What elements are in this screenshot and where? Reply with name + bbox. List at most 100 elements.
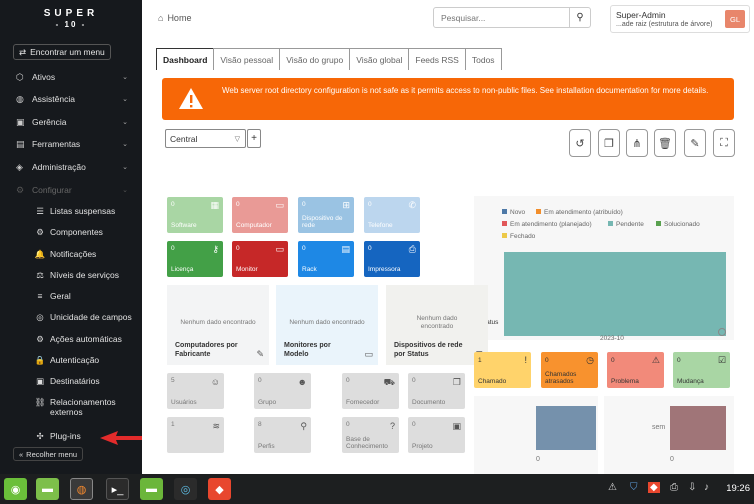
config-item-9[interactable]: ▣ Destinatários: [0, 371, 142, 391]
monitor-icon: ▭: [275, 244, 284, 254]
asset-tile[interactable]: 0 Computador ▭: [232, 197, 288, 233]
warning-tray-icon[interactable]: ⚠: [608, 482, 617, 493]
asset-tile[interactable]: 0 Impressora ⎙: [364, 241, 420, 277]
volume-tray-icon[interactable]: ♪: [704, 482, 709, 493]
tile-label: Telefone: [368, 222, 393, 229]
sidebar-item-assistência[interactable]: ◍ Assistência ⌄: [0, 89, 142, 109]
asset-tile[interactable]: 0 Licença ⚷: [167, 241, 223, 277]
tab-1[interactable]: Dashboard: [156, 48, 215, 70]
search-button[interactable]: ⚲: [569, 8, 590, 27]
fullscreen-button[interactable]: ⛶: [713, 129, 735, 157]
summary-tile[interactable]: 0 Base de Conhecimento?: [342, 417, 399, 453]
sidebar-item-administração[interactable]: ◈ Administração ⌄: [0, 157, 142, 177]
sidebar-item-ativos[interactable]: ⬡ Ativos ⌄: [0, 67, 142, 87]
key-icon: ⚷: [212, 244, 219, 254]
tab-3[interactable]: Visão do grupo: [279, 48, 351, 70]
summary-tile[interactable]: 0 Grupo ☻: [254, 373, 311, 409]
history-button[interactable]: ↺: [569, 129, 591, 157]
asset-tile[interactable]: 0 Telefone ✆: [364, 197, 420, 233]
bottom-right-zero: 0: [670, 456, 674, 463]
search-input[interactable]: [434, 8, 569, 27]
share-button[interactable]: ⋔: [626, 129, 648, 157]
config-item-2[interactable]: ⚙ Componentes: [0, 222, 142, 242]
clock[interactable]: 19:26: [726, 483, 750, 494]
add-dashboard-button[interactable]: +: [247, 129, 261, 148]
chevron-down-icon: ▽: [234, 136, 240, 143]
layers-icon: ≋: [212, 421, 220, 431]
anydesk-taskbar-button[interactable]: ◆: [208, 478, 231, 500]
summary-tile[interactable]: 0 Fornecedor ⛟: [342, 373, 399, 409]
app-taskbar-button[interactable]: ◎: [174, 478, 197, 500]
edit-button[interactable]: ✎: [684, 129, 706, 157]
asset-tile[interactable]: 0 Monitor ▭: [232, 241, 288, 277]
folder-taskbar-button[interactable]: ▬: [140, 478, 163, 500]
config-item-1[interactable]: ☰ Listas suspensas: [0, 201, 142, 221]
summary-tile[interactable]: 1 ≋: [167, 417, 224, 453]
tab-4[interactable]: Visão global: [349, 48, 410, 70]
tile-count: 1: [171, 421, 175, 428]
config-item-5[interactable]: ≡ Geral: [0, 286, 142, 306]
delete-button[interactable]: 🗑: [654, 129, 676, 157]
chevron-down-icon: ⌄: [122, 96, 128, 103]
start-menu-button[interactable]: ◉: [4, 478, 27, 500]
breadcrumb-home[interactable]: Home: [167, 13, 191, 23]
config-item-8[interactable]: 🔒 Autenticação: [0, 350, 142, 370]
chart-bar-4[interactable]: [504, 252, 726, 336]
config-item-4[interactable]: ⚖ Níveis de serviços: [0, 265, 142, 285]
summary-tile[interactable]: 8 Perfis ⚲: [254, 417, 311, 453]
config-item-label: Geral: [50, 291, 71, 301]
clone-button[interactable]: ❐: [598, 129, 620, 157]
folder-icon: ▬: [146, 483, 157, 495]
tab-6[interactable]: Todos: [464, 48, 502, 70]
user-entity: ...ade raiz (estrutura de árvore): [616, 21, 713, 28]
firefox-taskbar-button[interactable]: ◍: [70, 478, 93, 500]
printer-tray-icon[interactable]: ⎙: [670, 482, 678, 493]
sidebar-item-configurar[interactable]: ⚙ Configurar ⌄: [0, 180, 142, 200]
shield-tray-icon[interactable]: ⛉: [630, 482, 638, 493]
chart-x-tick: 2023-10: [600, 335, 624, 340]
legend-label: Novo: [510, 209, 526, 216]
files-taskbar-button[interactable]: ▬: [36, 478, 59, 500]
tile-count: 0: [346, 377, 350, 384]
legend-swatch: [502, 209, 507, 214]
user-menu[interactable]: Super-Admin ...ade raiz (estrutura de ár…: [610, 5, 750, 33]
config-item-7[interactable]: ⚙ Ações automáticas: [0, 329, 142, 349]
asset-tile[interactable]: 0 Rack ▤: [298, 241, 354, 277]
anydesk-tray-icon[interactable]: ◆: [648, 482, 660, 493]
tile-count: 0: [611, 357, 615, 364]
components-icon: ⚙: [36, 226, 44, 237]
summary-tile[interactable]: 0 Documento ❐: [408, 373, 465, 409]
sidebar-item-gerência[interactable]: ▣ Gerência ⌄: [0, 112, 142, 132]
tab-5[interactable]: Feeds RSS: [408, 48, 466, 70]
breadcrumb[interactable]: ⌂ Home: [158, 13, 191, 23]
legend-swatch: [656, 221, 661, 226]
fullscreen-icon: ⛶: [720, 136, 728, 149]
config-item-10[interactable]: ⛓ Relacionamentos externos: [0, 395, 142, 421]
config-item-11[interactable]: ✣ Plug-ins: [0, 426, 142, 446]
logo[interactable]: SUPER - 10 -: [0, 0, 142, 38]
terminal-taskbar-button[interactable]: ▸_: [106, 478, 129, 500]
ticket-tile[interactable]: 0 Mudança ☑: [673, 352, 730, 388]
ticket-tile[interactable]: 1 Chamado!: [474, 352, 531, 388]
dashboard-select[interactable]: Central ▽: [165, 129, 246, 148]
summary-tile[interactable]: 5 Usuários ☺: [167, 373, 224, 409]
legend-label: Em atendimento (planejado): [510, 221, 592, 228]
chevron-down-icon: ⌄: [122, 187, 128, 194]
config-item-6[interactable]: ◎ Unicidade de campos: [0, 307, 142, 327]
collapse-menu-button[interactable]: « Recolher menu: [13, 447, 84, 461]
summary-tile[interactable]: 0 Projeto ▣: [408, 417, 465, 453]
bottom-card-left: 0: [474, 396, 598, 474]
asset-tile[interactable]: 0 Software ▦: [167, 197, 223, 233]
tab-2[interactable]: Visão pessoal: [213, 48, 281, 70]
pencil-icon[interactable]: ✎: [256, 349, 264, 360]
printer-icon: ⎙: [408, 244, 416, 254]
ticket-tile[interactable]: 0 Chamados atrasados ◷: [541, 352, 598, 388]
sidebar-item-ferramentas[interactable]: ▤ Ferramentas ⌄: [0, 134, 142, 154]
ticket-tile[interactable]: 0 Problema ⚠: [607, 352, 664, 388]
config-item-3[interactable]: 🔔 Notificações: [0, 244, 142, 264]
monitor-icon[interactable]: ▭: [364, 349, 373, 360]
config-item-label: Listas suspensas: [50, 206, 116, 216]
update-tray-icon[interactable]: ⇩: [688, 482, 696, 493]
asset-tile[interactable]: 0 Dispositivo de rede ⊞: [298, 197, 354, 233]
find-menu-button[interactable]: ⇄ Encontrar um menu: [13, 44, 111, 60]
